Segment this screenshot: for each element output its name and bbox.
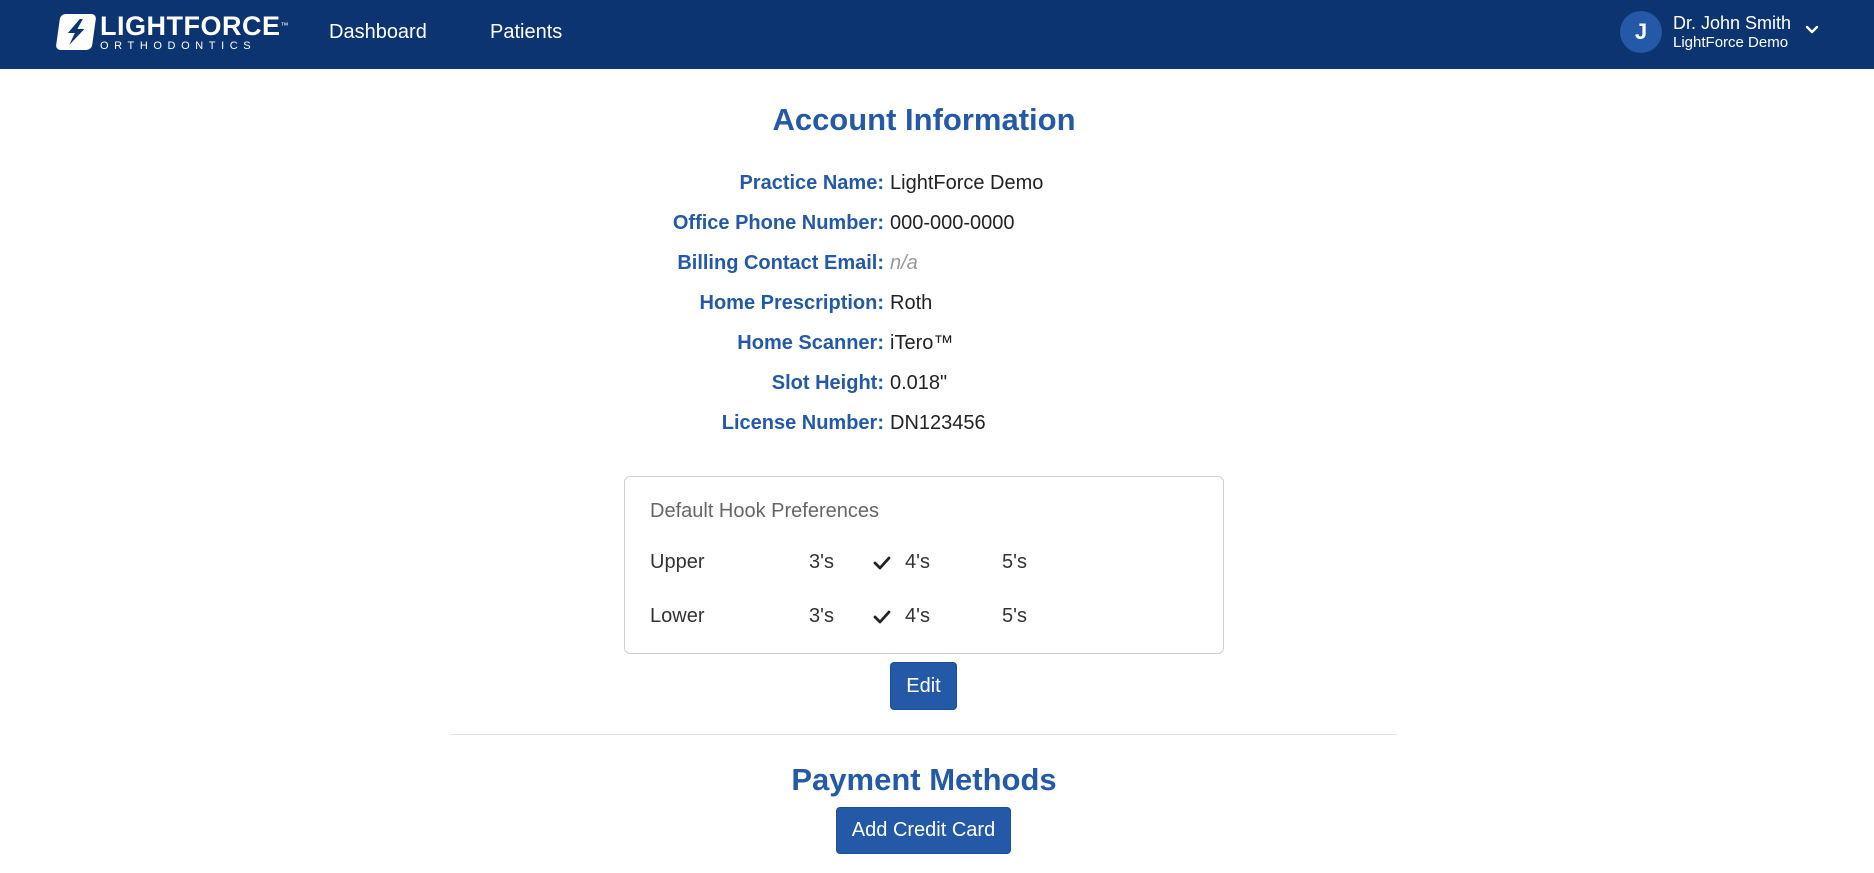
practice-name-value: LightForce Demo	[890, 172, 1044, 194]
lightning-bolt-icon	[55, 14, 97, 50]
hook-jaw-label: Upper	[650, 551, 705, 573]
billing-email-value: n/a	[890, 252, 918, 274]
hook-preferences-title: Default Hook Preferences	[650, 500, 880, 522]
trademark-mark: ™	[280, 20, 289, 30]
user-menu[interactable]: J Dr. John Smith LightForce Demo	[1620, 10, 1819, 54]
hook-option-4s[interactable]: 4's	[905, 549, 930, 575]
user-organization: LightForce Demo	[1673, 34, 1789, 51]
nav-dashboard-link[interactable]: Dashboard	[329, 20, 427, 44]
home-scanner-row: Home Scanner: iTero™	[0, 330, 1848, 356]
slot-height-row: Slot Height: 0.018"	[0, 370, 1848, 396]
user-avatar: J	[1620, 11, 1662, 53]
home-prescription-label: Home Prescription:	[699, 292, 884, 314]
account-information-title: Account Information	[772, 102, 1076, 137]
hook-option-5s[interactable]: 5's	[1002, 549, 1027, 575]
practice-name-row: Practice Name: LightForce Demo	[0, 170, 1848, 196]
checkmark-icon	[873, 552, 891, 578]
license-number-value: DN123456	[890, 412, 986, 434]
home-scanner-label: Home Scanner:	[737, 332, 884, 354]
section-divider	[450, 734, 1397, 735]
brand-name: LIGHTFORCE	[100, 10, 281, 41]
lightforce-logo[interactable]: LIGHTFORCE™ ORTHODONTICS	[55, 10, 289, 52]
hook-option-3s[interactable]: 3's	[809, 603, 834, 629]
slot-height-label: Slot Height:	[771, 372, 884, 394]
user-name: Dr. John Smith	[1673, 13, 1792, 33]
license-number-row: License Number: DN123456	[0, 410, 1848, 436]
hook-row-lower: Lower 3's 4's 5's	[625, 603, 1223, 629]
chevron-down-icon[interactable]	[1805, 22, 1819, 40]
nav-patients-link[interactable]: Patients	[490, 20, 562, 44]
edit-button[interactable]: Edit	[890, 662, 957, 710]
brand-subtitle: ORTHODONTICS	[100, 39, 257, 52]
hook-option-3s[interactable]: 3's	[809, 549, 834, 575]
home-prescription-row: Home Prescription: Roth	[0, 290, 1848, 316]
license-number-label: License Number:	[721, 412, 884, 434]
hook-row-upper: Upper 3's 4's 5's	[625, 549, 1223, 575]
checkmark-icon	[873, 606, 891, 632]
hook-preferences-card: Default Hook Preferences Upper 3's 4's 5…	[624, 476, 1224, 654]
office-phone-value: 000-000-0000	[890, 212, 1015, 234]
hook-option-4s[interactable]: 4's	[905, 603, 930, 629]
top-navbar: LIGHTFORCE™ ORTHODONTICS Dashboard Patie…	[0, 0, 1874, 69]
hook-option-5s[interactable]: 5's	[1002, 603, 1027, 629]
office-phone-row: Office Phone Number: 000-000-0000	[0, 210, 1848, 236]
billing-email-label: Billing Contact Email:	[677, 252, 884, 274]
add-credit-card-button[interactable]: Add Credit Card	[836, 807, 1011, 854]
home-scanner-value: iTero™	[890, 332, 954, 354]
slot-height-value: 0.018"	[890, 372, 948, 394]
billing-email-row: Billing Contact Email: n/a	[0, 250, 1848, 276]
payment-methods-title: Payment Methods	[791, 762, 1057, 797]
home-prescription-value: Roth	[890, 292, 933, 314]
office-phone-label: Office Phone Number:	[672, 212, 884, 234]
practice-name-label: Practice Name:	[739, 172, 884, 194]
hook-jaw-label: Lower	[650, 605, 705, 627]
